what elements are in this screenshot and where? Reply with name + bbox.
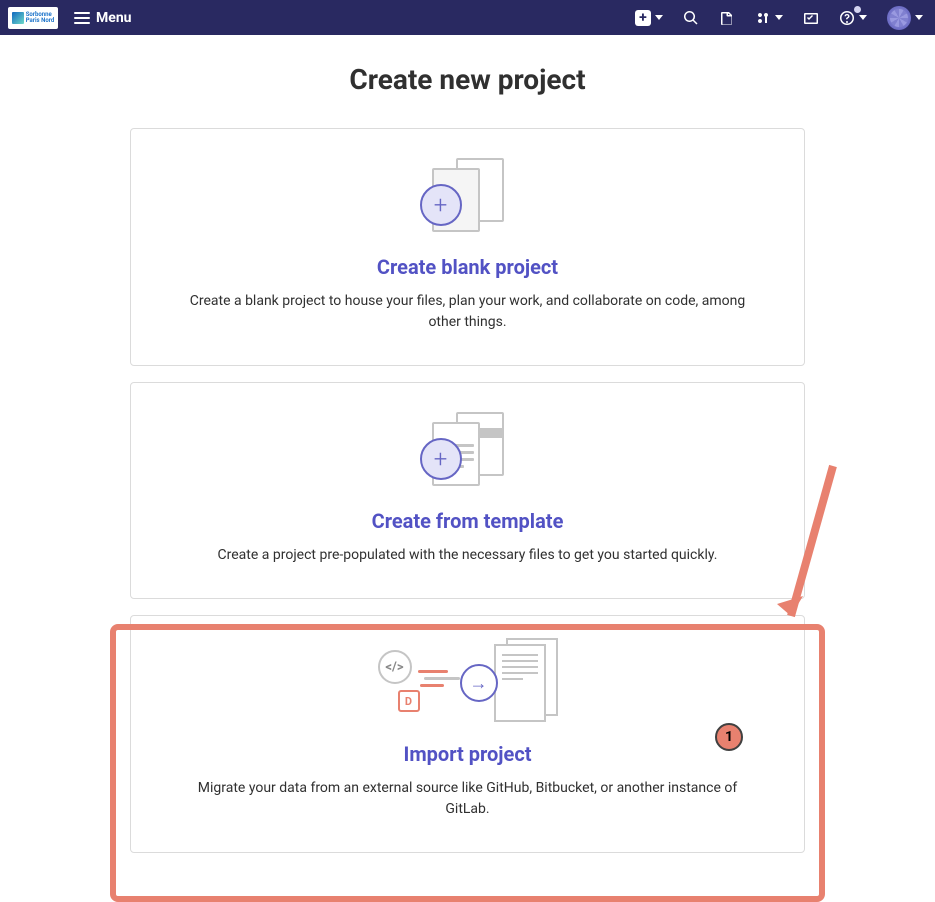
search-icon [683, 10, 699, 26]
top-navbar: SorbonneParis Nord Menu + [0, 0, 935, 35]
help-icon [839, 10, 855, 26]
create-blank-project-card[interactable]: + Create blank project Create a blank pr… [130, 128, 805, 366]
card-title: Create blank project [159, 255, 776, 279]
user-menu[interactable] [883, 2, 927, 34]
avatar [887, 6, 911, 30]
notification-dot-icon [854, 6, 861, 13]
help-dropdown[interactable] [835, 6, 871, 30]
page-title: Create new project [0, 63, 935, 96]
card-title: Import project [159, 742, 776, 766]
card-description: Migrate your data from an external sourc… [188, 778, 748, 820]
card-description: Create a blank project to house your fil… [188, 291, 748, 333]
import-project-card[interactable]: </> D → Import project Migrate your data… [130, 615, 805, 853]
menu-label: Menu [96, 10, 132, 26]
issues-button[interactable] [715, 6, 739, 30]
chevron-down-icon [859, 15, 867, 20]
merge-request-icon [755, 10, 771, 26]
menu-toggle[interactable]: Menu [74, 10, 132, 26]
search-button[interactable] [679, 6, 703, 30]
chevron-down-icon [915, 15, 923, 20]
chevron-down-icon [775, 15, 783, 20]
todo-icon [803, 10, 819, 26]
issues-icon [719, 10, 735, 26]
new-dropdown[interactable]: + [631, 6, 667, 30]
hamburger-icon [74, 12, 90, 24]
blank-project-illustration: + [159, 157, 776, 237]
todos-button[interactable] [799, 6, 823, 30]
card-title: Create from template [159, 509, 776, 533]
card-description: Create a project pre-populated with the … [188, 545, 748, 566]
brand-logo[interactable]: SorbonneParis Nord [8, 7, 58, 29]
chevron-down-icon [655, 15, 663, 20]
merge-requests-dropdown[interactable] [751, 6, 787, 30]
import-illustration: </> D → [159, 644, 776, 724]
plus-icon: + [635, 10, 651, 26]
template-illustration: + [159, 411, 776, 491]
create-from-template-card[interactable]: + Create from template Create a project … [130, 382, 805, 599]
